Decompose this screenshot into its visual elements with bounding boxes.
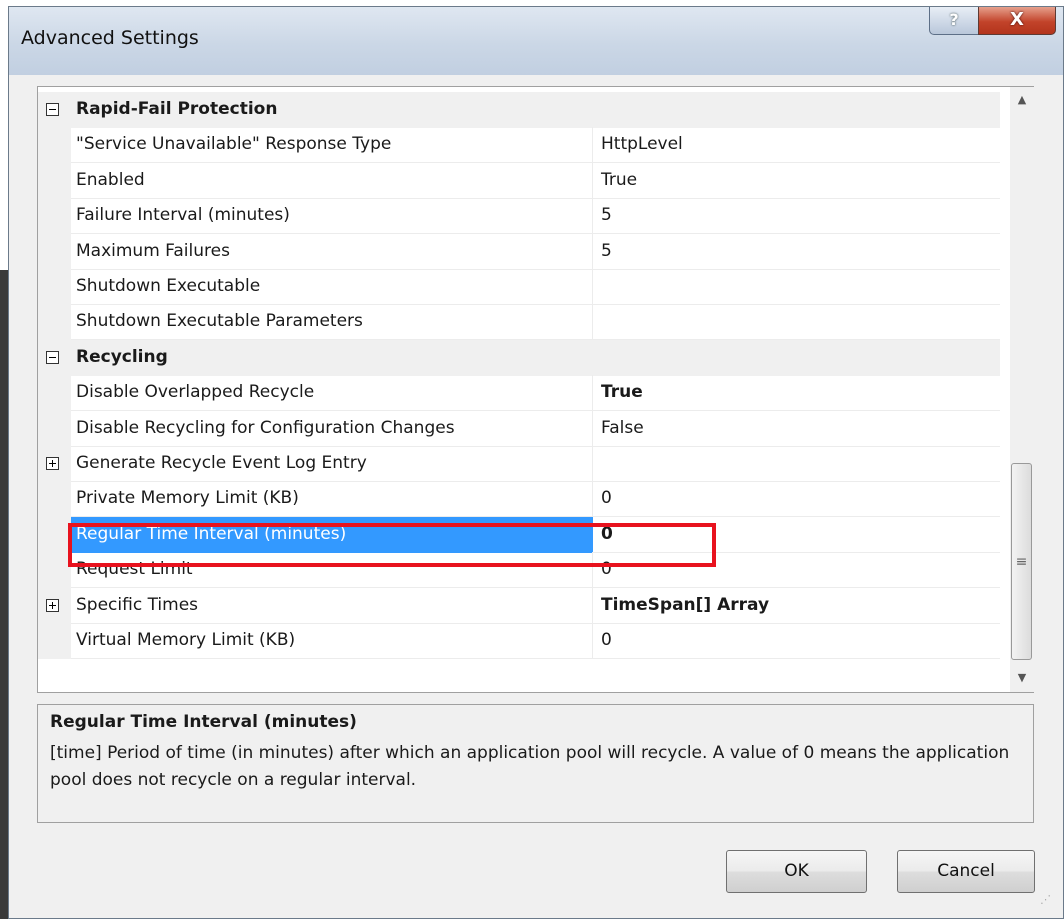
property-name[interactable]: Maximum Failures [71,233,593,270]
property-name[interactable]: Private Memory Limit (KB) [71,481,593,518]
row-gutter [38,304,71,341]
expand-plus-icon[interactable] [46,457,59,470]
property-name[interactable]: Request Limit [71,552,593,589]
row-gutter [38,339,71,376]
category-row[interactable]: Rapid-Fail Protection [38,92,1000,128]
expand-plus-icon[interactable] [46,598,59,612]
property-value[interactable]: 0 [593,552,1000,589]
row-gutter [38,269,71,305]
row-gutter [38,481,71,518]
cancel-button[interactable]: Cancel [897,850,1035,893]
grip-icon: ≡ [1015,554,1028,570]
row-gutter [38,410,71,447]
property-row[interactable]: Request Limit 0 [38,552,1000,589]
property-row[interactable]: Maximum Failures 5 [38,233,1000,270]
property-row[interactable]: Private Memory Limit (KB) 0 [38,481,1000,518]
property-value[interactable]: 0 [593,623,1000,659]
property-row[interactable]: Virtual Memory Limit (KB) 0 [38,623,1000,659]
description-panel: Regular Time Interval (minutes) [time] P… [37,704,1034,823]
collapse-minus-icon[interactable] [46,103,59,116]
property-value[interactable]: False [593,411,1000,447]
dialog-title: Advanced Settings [21,27,199,49]
row-gutter [38,552,71,589]
property-grid[interactable]: Rapid-Fail Protection "Service Unavailabl… [37,86,1034,693]
property-name[interactable]: "Service Unavailable" Response Type [71,127,593,164]
property-value[interactable] [593,269,1000,305]
property-value[interactable]: 0 [593,516,1000,553]
row-gutter [38,375,71,412]
property-row[interactable]: Regular Time Interval (minutes) 0 [38,516,1000,553]
close-button[interactable]: X [978,7,1056,35]
property-name[interactable]: Failure Interval (minutes) [71,198,593,235]
property-name[interactable]: Disable Recycling for Configuration Chan… [71,410,593,447]
property-row[interactable]: Enabled True [38,162,1000,199]
row-gutter [38,233,71,270]
row-gutter [38,587,71,624]
property-value[interactable]: True [593,375,1000,412]
property-row[interactable]: Generate Recycle Event Log Entry [38,446,1000,482]
description-text: [time] Period of time (in minutes) after… [50,743,1010,790]
property-value[interactable]: True [593,163,1000,199]
property-value[interactable]: 5 [593,234,1000,270]
property-name[interactable]: Generate Recycle Event Log Entry [71,446,593,482]
row-gutter [38,127,71,164]
property-value[interactable] [593,304,1000,341]
property-row[interactable]: Failure Interval (minutes) 5 [38,198,1000,235]
row-gutter [38,446,71,482]
property-name[interactable]: Virtual Memory Limit (KB) [71,623,593,659]
resize-grip-icon[interactable]: ⋰ [1040,893,1051,906]
property-row[interactable]: Specific Times TimeSpan[] Array [38,587,1000,624]
property-name[interactable]: Shutdown Executable [71,269,593,305]
property-value[interactable]: TimeSpan[] Array [593,588,1000,624]
category-row[interactable]: Recycling [38,339,1000,376]
property-value[interactable]: 5 [593,198,1000,235]
vertical-scrollbar[interactable]: ▲ ≡ ▼ [1010,87,1034,692]
property-name[interactable]: Specific Times [71,587,593,624]
property-row[interactable]: "Service Unavailable" Response Type HttpL… [38,127,1000,164]
property-name[interactable]: Disable Overlapped Recycle [71,375,593,412]
close-icon: X [1010,9,1024,30]
property-name[interactable]: Regular Time Interval (minutes) [71,516,593,553]
row-gutter [38,198,71,235]
property-value[interactable]: 0 [593,481,1000,518]
row-gutter [38,623,71,659]
help-icon: ? [949,10,959,29]
scroll-thumb[interactable]: ≡ [1011,463,1032,660]
row-gutter [38,516,71,553]
scroll-up-arrow-icon[interactable]: ▲ [1010,87,1034,113]
ok-button[interactable]: OK [726,850,867,893]
row-gutter [38,92,71,128]
row-gutter [38,162,71,199]
property-name[interactable]: Enabled [71,162,593,199]
scroll-down-arrow-icon[interactable]: ▼ [1010,665,1034,691]
help-button[interactable]: ? [929,7,979,35]
property-row[interactable]: Disable Recycling for Configuration Chan… [38,410,1000,447]
property-row[interactable]: Shutdown Executable Parameters [38,304,1000,341]
category-label[interactable]: Recycling [71,339,1000,376]
property-row[interactable]: Shutdown Executable [38,269,1000,305]
category-label[interactable]: Rapid-Fail Protection [71,92,1000,128]
collapse-minus-icon[interactable] [46,350,59,364]
property-name[interactable]: Shutdown Executable Parameters [71,304,593,341]
property-value[interactable]: HttpLevel [593,127,1000,164]
property-row[interactable]: Disable Overlapped Recycle True [38,375,1000,412]
property-value[interactable] [593,446,1000,482]
description-title: Regular Time Interval (minutes) [50,712,357,732]
title-bar[interactable]: Advanced Settings ? X [9,7,1063,75]
